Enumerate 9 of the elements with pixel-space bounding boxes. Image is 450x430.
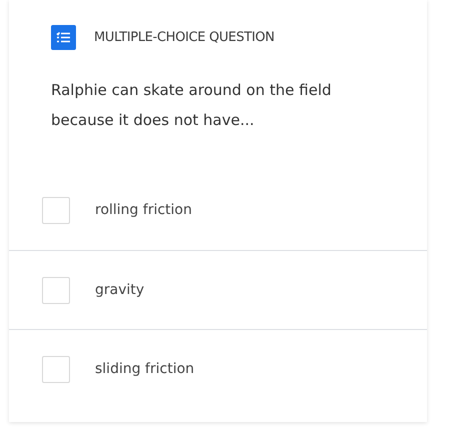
answer-label: rolling friction xyxy=(95,201,192,220)
answer-label: sliding friction xyxy=(95,360,194,378)
answer-checkbox[interactable] xyxy=(42,356,70,382)
checklist-icon xyxy=(51,25,76,50)
answer-checkbox[interactable] xyxy=(42,197,70,224)
question-type-label: MULTIPLE-CHOICE QUESTION xyxy=(94,28,274,47)
question-text: Ralphie can skate around on the field because it does not have... xyxy=(51,80,332,131)
answer-checkbox[interactable] xyxy=(42,276,70,304)
answer-label: gravity xyxy=(95,280,144,300)
